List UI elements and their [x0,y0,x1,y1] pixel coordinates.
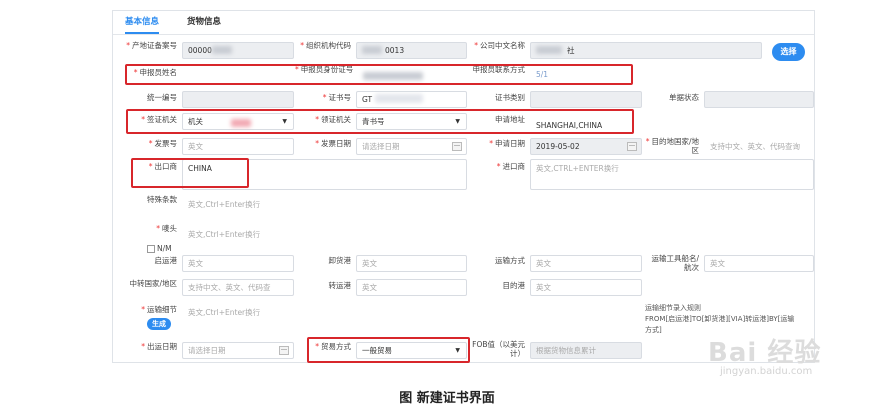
transit-port-field[interactable]: 英文 [356,279,467,296]
baidu-watermark-url: jingyan.baidu.com [720,366,813,377]
port-loading-label: 启运港 [154,256,178,265]
cert-type-label: 证书类别 [495,93,525,102]
marks-label: * 唛头 [156,224,177,233]
redaction [212,46,232,54]
marks-textarea[interactable]: 英文,Ctrl+Enter换行 [182,225,814,253]
calendar-icon [452,142,462,151]
invoice-date-label: * 发票日期 [315,139,351,148]
invoice-no-field[interactable]: 英文 [182,138,294,155]
port-unloading-label: 卸货港 [328,256,352,265]
figure-caption: 图 新建证书界面 [399,391,495,406]
redaction [375,94,423,103]
doc-status-field [704,91,814,108]
transport-hint-line3: 方式] [645,326,662,334]
generate-button[interactable]: 生成 [147,318,171,330]
apply-date-field[interactable]: 2019-05-02 [530,138,642,155]
fob-value-label: FOB值（以美元计） [472,340,525,358]
cert-type-field [530,91,642,108]
calendar-icon [279,346,289,355]
highlight-trade-mode [307,337,470,363]
company-cn-field[interactable]: 社 [530,42,762,59]
doc-status-label: 单据状态 [669,93,699,102]
transit-country-label: 中转国家/地区 [129,279,177,288]
transport-detail-label: * 运输细节 [141,305,177,314]
transport-mode-field[interactable]: 英文 [530,255,642,272]
unified-no-label: 统一编号 [147,93,177,102]
transport-hint-line1: 运输细节录入规则 [645,304,701,312]
transit-country-field[interactable]: 支持中文、英文、代码查 [182,279,294,296]
org-code-label: * 组织机构代码 [300,41,351,50]
redaction [536,46,562,54]
invoice-date-picker[interactable]: 请选择日期 [356,138,467,155]
special-terms-textarea[interactable]: 英文,Ctrl+Enter换行 [182,195,814,223]
origin-cert-no-label: * 产地证备案号 [126,41,177,50]
transport-mode-label: 运输方式 [495,256,525,265]
special-terms-label: 特殊条款 [147,195,177,204]
unified-no-field [182,91,294,108]
dest-port-label: 目的港 [502,281,526,290]
dest-port-field[interactable]: 英文 [530,279,642,296]
destination-field[interactable]: 支持中文、英文、代码查询 [704,138,814,155]
port-unloading-field[interactable]: 英文 [356,255,467,272]
select-button[interactable]: 选择 [772,43,805,61]
invoice-no-label: * 发票号 [148,139,177,148]
tab-bar: 基本信息 货物信息 [113,11,814,35]
destination-label: * 目的地国家/地区 [645,137,699,155]
nm-checkbox[interactable] [147,245,155,253]
origin-cert-no-field[interactable]: 00000 [182,42,294,59]
baidu-watermark: Bai 经验 [708,338,822,368]
tab-basic-info[interactable]: 基本信息 [125,11,160,34]
transport-detail-textarea[interactable]: 英文,Ctrl+Enter换行 [182,303,642,333]
highlight-exporter [131,158,249,188]
port-loading-field[interactable]: 英文 [182,255,294,272]
importer-textarea[interactable]: 英文,CTRL+ENTER换行 [530,159,814,190]
nm-label: N/M [157,244,172,253]
tab-goods-info[interactable]: 货物信息 [187,11,221,34]
fob-value-field: 根据货物信息累计 [530,342,642,359]
importer-label: * 进口商 [496,162,525,171]
calendar-icon [627,142,637,151]
export-date-label: * 出运日期 [141,342,177,351]
apply-date-label: * 申请日期 [489,139,525,148]
export-date-picker[interactable]: 请选择日期 [182,342,294,359]
company-cn-label: * 公司中文名称 [474,41,525,50]
vessel-label: 运输工具船名/航次 [651,254,699,272]
vessel-field[interactable]: 英文 [704,255,814,272]
transit-port-label: 转运港 [328,281,352,290]
redaction [362,46,382,54]
highlight-applicant-row [125,64,633,85]
cert-no-label: * 证书号 [322,93,351,102]
highlight-authority-row [126,109,634,134]
transport-hint-line2: FROM[启运港]TO[卸货港][VIA]转运港]BY[运输 [645,315,795,323]
certificate-form: 基本信息 货物信息 * 产地证备案号 00000 * 组织机构代码 0013 * 公司… [112,10,815,363]
